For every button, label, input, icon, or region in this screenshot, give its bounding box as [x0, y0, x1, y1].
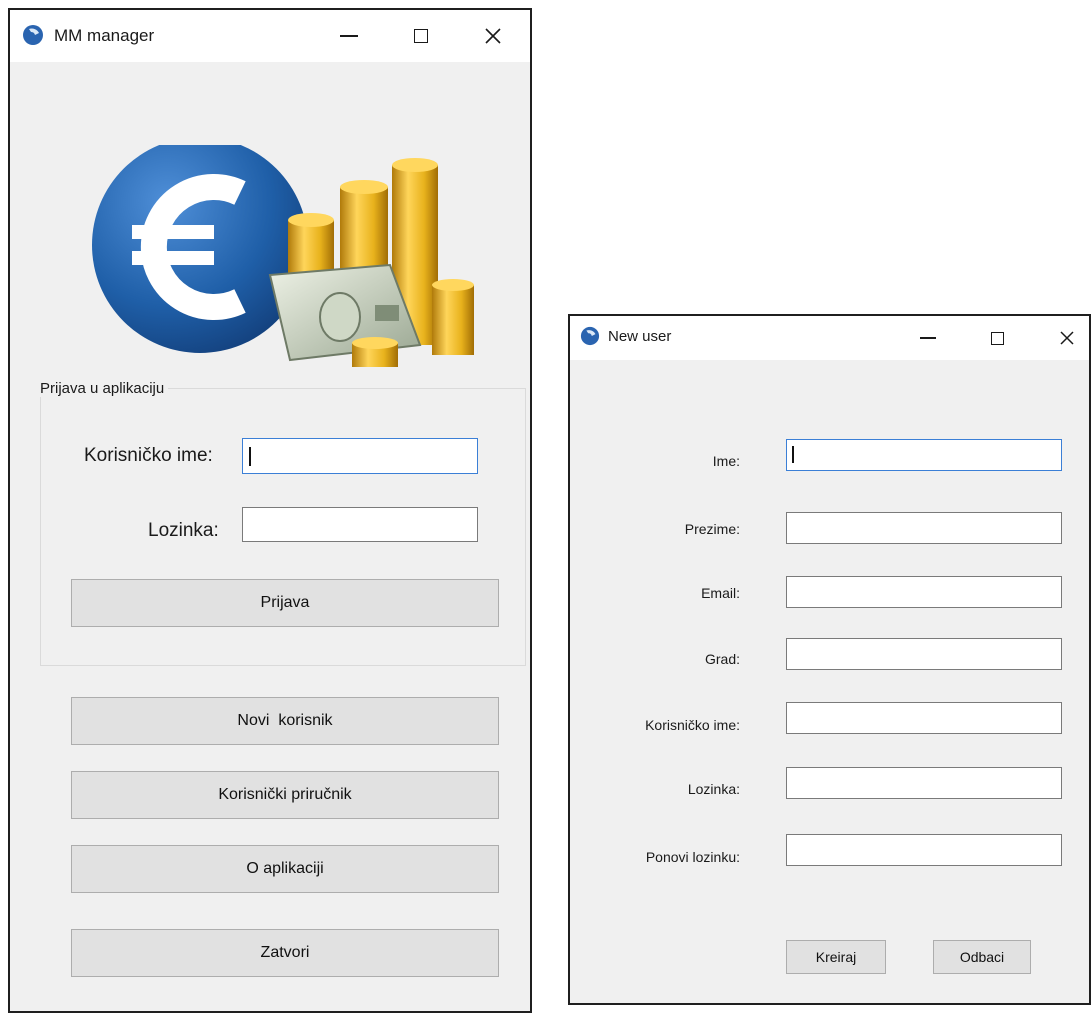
window-title: MM manager — [54, 26, 155, 45]
text-caret — [792, 446, 794, 463]
discard-button[interactable]: Odbaci — [933, 940, 1031, 974]
euro-money-logo — [92, 145, 474, 367]
maximize-icon — [414, 29, 428, 43]
about-button[interactable]: O aplikaciji — [71, 845, 499, 893]
new-user-button-label: Novi korisnik — [237, 712, 333, 729]
close-button[interactable] — [1037, 316, 1091, 360]
close-app-button-label: Zatvori — [260, 944, 310, 961]
about-button-label: O aplikaciji — [246, 860, 324, 877]
login-button-label: Prijava — [260, 594, 310, 611]
email-label: Email: — [701, 585, 740, 601]
login-button[interactable]: Prijava — [71, 579, 499, 627]
city-input[interactable] — [786, 638, 1062, 670]
minimize-icon — [920, 337, 936, 339]
first-name-input[interactable] — [786, 439, 1062, 471]
repeat-password-input[interactable] — [786, 834, 1062, 866]
city-label: Grad: — [704, 651, 740, 667]
username-label: Korisničko ime: — [645, 717, 740, 733]
text-caret — [249, 447, 251, 466]
user-manual-button[interactable]: Korisnički priručnik — [71, 771, 499, 819]
close-app-button[interactable]: Zatvori — [71, 929, 499, 977]
last-name-input[interactable] — [786, 512, 1062, 544]
create-button[interactable]: Kreiraj — [786, 940, 886, 974]
email-input[interactable] — [786, 576, 1062, 608]
close-button[interactable] — [460, 10, 526, 62]
close-icon — [1060, 331, 1074, 345]
create-button-label: Kreiraj — [815, 949, 857, 965]
first-name-label: Ime: — [712, 453, 740, 469]
login-group-legend: Prijava u aplikaciju — [36, 380, 169, 397]
password-input[interactable] — [242, 507, 478, 542]
minimize-button[interactable] — [898, 316, 958, 360]
discard-button-label: Odbaci — [959, 949, 1005, 965]
username-label: Korisničko ime: — [84, 445, 213, 466]
maximize-button[interactable] — [388, 10, 454, 62]
app-icon — [23, 25, 43, 45]
close-icon — [485, 28, 501, 44]
new-user-titlebar[interactable]: New user — [570, 316, 1089, 360]
main-window: MM manager Prijava u aplikaciju Korisnič… — [8, 8, 532, 1013]
password-label: Lozinka: — [687, 781, 740, 797]
password-label: Lozinka: — [148, 520, 219, 541]
maximize-button[interactable] — [967, 316, 1027, 360]
window-title: New user — [608, 328, 672, 345]
new-user-window: New user Ime: Prezime: Email: Grad: Kori… — [568, 314, 1091, 1005]
repeat-password-label: Ponovi lozinku: — [645, 849, 740, 865]
maximize-icon — [990, 331, 1004, 345]
password-input[interactable] — [786, 767, 1062, 799]
last-name-label: Prezime: — [684, 521, 740, 537]
username-input[interactable] — [786, 702, 1062, 734]
new-user-button[interactable]: Novi korisnik — [71, 697, 499, 745]
main-titlebar[interactable]: MM manager — [10, 10, 530, 62]
username-input[interactable] — [242, 438, 478, 474]
user-manual-button-label: Korisnički priručnik — [218, 786, 352, 803]
app-icon — [580, 326, 600, 346]
minimize-button[interactable] — [316, 10, 382, 62]
minimize-icon — [340, 35, 358, 37]
